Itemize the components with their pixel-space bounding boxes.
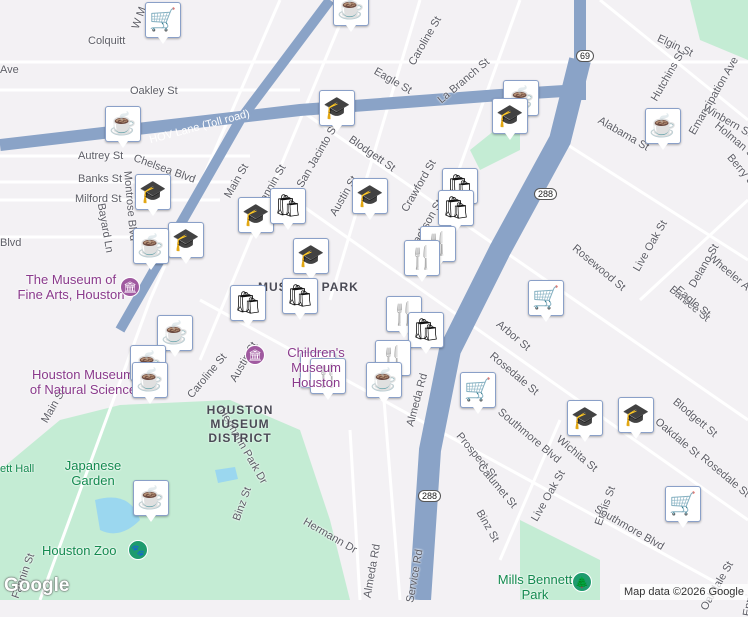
cafe-marker-icon[interactable]: ☕ — [133, 480, 169, 522]
school-marker-icon[interactable]: 🎓 — [168, 222, 204, 264]
shopping-marker-icon[interactable]: 🛍 — [270, 188, 306, 230]
school-marker-icon[interactable]: 🎓 — [135, 174, 171, 216]
school-marker-icon[interactable]: 🎓 — [352, 178, 388, 220]
google-logo: Google — [4, 575, 70, 596]
highway-shield-icon: 69 — [576, 50, 595, 62]
mills-park-label[interactable]: Mills Bennett Park — [490, 572, 580, 602]
school-marker-icon[interactable]: 🎓 — [618, 397, 654, 439]
grocery-marker-icon[interactable]: 🛒 — [145, 2, 181, 44]
paw-icon[interactable]: 🐾 — [128, 540, 148, 560]
map-attribution[interactable]: Map data ©2026 Google — [619, 584, 748, 600]
mfah-label[interactable]: The Museum of Fine Arts, Houston — [16, 272, 126, 302]
school-marker-icon[interactable]: 🎓 — [492, 98, 528, 140]
street-label: Blvd — [0, 237, 22, 249]
shopping-marker-icon[interactable]: 🛍 — [282, 278, 318, 320]
street-label: Colquitt — [88, 35, 126, 47]
highway-shield-icon: 288 — [534, 188, 558, 200]
street-label: Autrey St — [78, 150, 124, 162]
cafe-marker-icon[interactable]: ☕ — [133, 228, 169, 270]
grocery-marker-icon[interactable]: 🛒 — [528, 280, 564, 322]
museum-pin-icon-2[interactable]: 🏛 — [245, 345, 265, 365]
zoo-label[interactable]: Houston Zoo — [42, 543, 116, 558]
street-label: Oakley St — [130, 85, 178, 97]
street-label: Banks St — [78, 173, 123, 185]
grocery-marker-icon[interactable]: 🛒 — [460, 372, 496, 414]
grocery-marker-icon[interactable]: 🛒 — [665, 486, 701, 528]
school-marker-icon[interactable]: 🎓 — [319, 90, 355, 132]
shopping-marker-icon[interactable]: 🛍 — [408, 312, 444, 354]
cafe-marker-icon[interactable]: ☕ — [333, 0, 369, 32]
school-marker-icon[interactable]: 🎓 — [293, 238, 329, 280]
school-marker-icon[interactable]: 🎓 — [238, 197, 274, 239]
park-green-ne — [690, 0, 748, 60]
district-label: HOUSTON MUSEUM DISTRICT — [206, 403, 274, 445]
hall-label: ett Hall — [0, 463, 35, 475]
restaurant-marker-icon[interactable]: 🍴 — [404, 240, 440, 282]
japanese-garden-label[interactable]: Japanese Garden — [58, 458, 128, 488]
cafe-marker-icon[interactable]: ☕ — [105, 106, 141, 148]
school-marker-icon[interactable]: 🎓 — [567, 400, 603, 442]
museum-pin-icon[interactable]: 🏛 — [120, 277, 140, 297]
cafe-marker-icon[interactable]: ☕ — [645, 108, 681, 150]
shopping-marker-icon[interactable]: 🛍 — [230, 285, 266, 327]
street-label: Ave — [0, 64, 19, 76]
highway-shield-icon: 288 — [418, 490, 442, 502]
childrens-museum-label[interactable]: Children's Museum Houston — [266, 345, 366, 390]
hmns-label[interactable]: Houston Museum of Natural Science — [28, 367, 138, 397]
shopping-marker-icon[interactable]: 🛍 — [438, 190, 474, 232]
cafe-marker-icon[interactable]: ☕ — [132, 362, 168, 404]
tree-icon[interactable]: 🌲 — [572, 572, 592, 592]
cafe-marker-icon[interactable]: ☕ — [366, 362, 402, 404]
